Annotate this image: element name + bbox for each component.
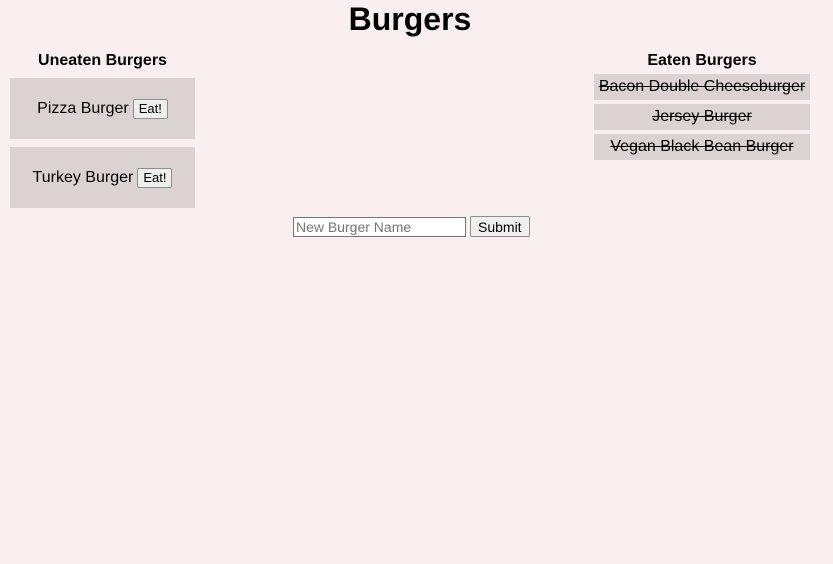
burger-name: Turkey Burger — [32, 168, 134, 186]
page-title: Burgers — [348, 1, 472, 37]
eaten-burger-item: Bacon Double Cheeseburger — [594, 74, 810, 100]
new-burger-form: Submit — [293, 216, 530, 237]
uneaten-burgers-heading: Uneaten Burgers — [38, 52, 167, 69]
eat-button[interactable]: Eat! — [132, 98, 168, 119]
burger-name: Pizza Burger — [37, 99, 129, 117]
new-burger-name-input[interactable] — [293, 216, 466, 237]
uneaten-burger-card: Pizza Burger Eat! — [10, 78, 195, 139]
eaten-burger-item: Vegan Black Bean Burger — [594, 134, 810, 160]
uneaten-burgers-list: Pizza Burger Eat! Turkey Burger Eat! — [10, 78, 195, 216]
eaten-burger-item: Jersey Burger — [594, 104, 810, 130]
eat-button[interactable]: Eat! — [137, 167, 173, 188]
uneaten-burger-card: Turkey Burger Eat! — [10, 147, 195, 208]
submit-button[interactable]: Submit — [470, 216, 530, 237]
eaten-burgers-heading: Eaten Burgers — [647, 52, 757, 69]
eaten-burgers-list: Bacon Double Cheeseburger Jersey Burger … — [594, 74, 810, 164]
